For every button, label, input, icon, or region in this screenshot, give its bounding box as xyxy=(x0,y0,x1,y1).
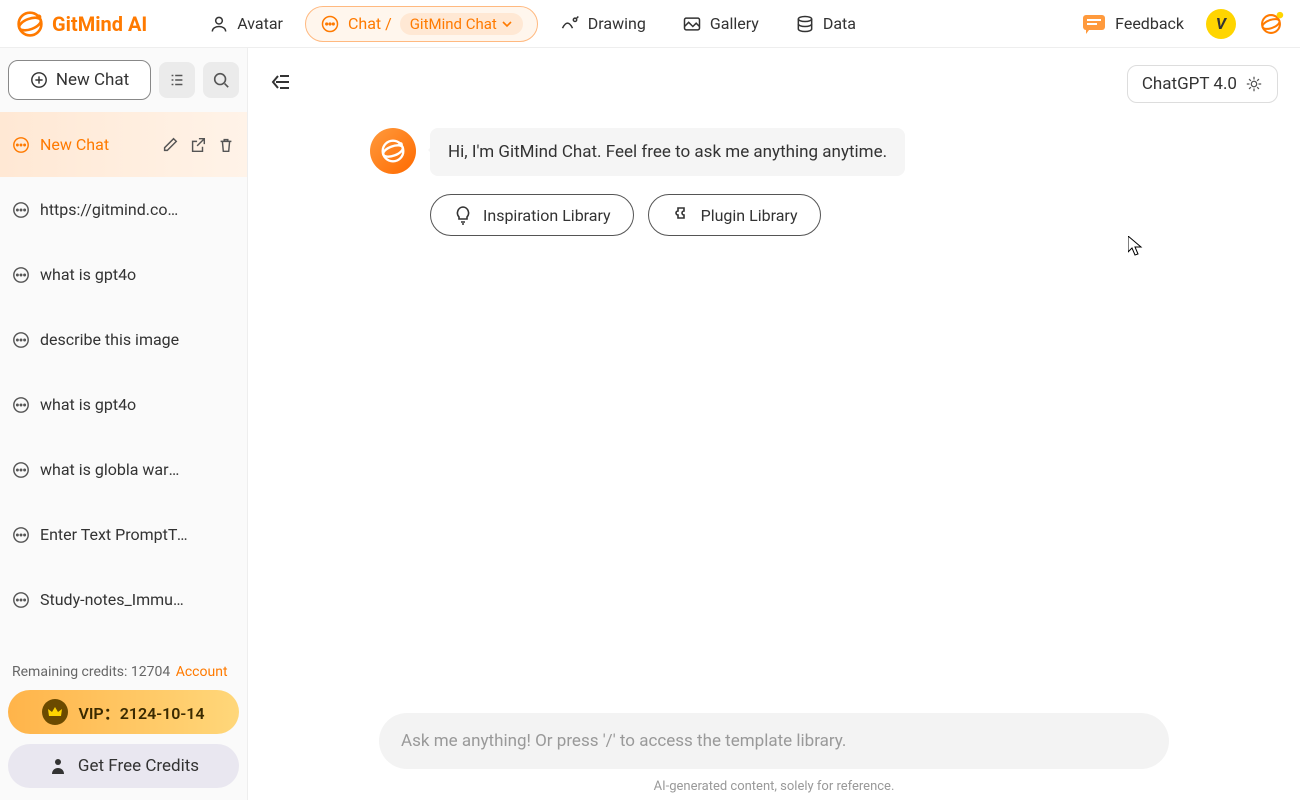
message-icon xyxy=(12,591,30,609)
brand-logo[interactable]: GitMind AI xyxy=(16,10,147,38)
gear-icon xyxy=(1245,75,1263,93)
chat-history-item[interactable]: https://gitmind.com/faq... xyxy=(0,177,247,242)
model-selector[interactable]: ChatGPT 4.0 xyxy=(1127,65,1278,103)
plus-circle-icon xyxy=(30,71,48,89)
top-nav: GitMind AI Avatar Chat / GitMind Chat Dr… xyxy=(0,0,1300,48)
bot-avatar xyxy=(370,128,416,174)
credits-info: Remaining credits: 12704 Account xyxy=(8,660,239,690)
brand-name: GitMind AI xyxy=(52,12,147,36)
delete-icon[interactable] xyxy=(217,136,235,154)
chat-input-container xyxy=(379,713,1169,769)
search-icon xyxy=(212,71,230,89)
chat-history-item[interactable]: Enter Text PromptType ... xyxy=(0,502,247,567)
message-icon xyxy=(12,461,30,479)
feedback-icon xyxy=(1081,11,1107,37)
chat-messages: Hi, I'm GitMind Chat. Feel free to ask m… xyxy=(248,120,1300,713)
nav-drawing[interactable]: Drawing xyxy=(546,8,660,40)
share-icon[interactable] xyxy=(189,136,207,154)
list-view-button[interactable] xyxy=(159,62,195,98)
message-icon xyxy=(12,396,30,414)
avatar-icon xyxy=(209,14,229,34)
message-icon xyxy=(12,331,30,349)
disclaimer-text: AI-generated content, solely for referen… xyxy=(248,779,1300,800)
chat-input[interactable] xyxy=(401,731,1147,751)
plugin-library-button[interactable]: Plugin Library xyxy=(648,194,821,236)
new-chat-button[interactable]: New Chat xyxy=(8,60,151,100)
collapse-icon xyxy=(270,71,292,93)
inspiration-library-button[interactable]: Inspiration Library xyxy=(430,194,634,236)
chat-history-item[interactable]: New Chat xyxy=(0,112,247,177)
nav-chat[interactable]: Chat / GitMind Chat xyxy=(305,6,538,42)
bot-logo-icon xyxy=(378,136,408,166)
main-content: ChatGPT 4.0 Hi, I'm GitMind Chat. Feel f… xyxy=(248,48,1300,800)
chat-history-item[interactable]: Study-notes_Immune-s... xyxy=(0,567,247,632)
data-icon xyxy=(795,14,815,34)
chat-icon xyxy=(320,14,340,34)
app-badge[interactable] xyxy=(1258,11,1284,37)
chat-history-item[interactable]: what is globla warming xyxy=(0,437,247,502)
gallery-icon xyxy=(682,14,702,34)
collapse-sidebar-button[interactable] xyxy=(270,71,292,97)
chat-history-item[interactable]: describe this image xyxy=(0,307,247,372)
gitmind-logo-icon xyxy=(16,10,44,38)
chevron-down-icon xyxy=(501,18,513,30)
chat-history-item[interactable]: what is gpt4o xyxy=(0,372,247,437)
lightbulb-icon xyxy=(453,205,473,225)
account-link[interactable]: Account xyxy=(176,664,228,680)
message-icon xyxy=(12,526,30,544)
sidebar: New Chat New Chat https://gitmind.com/fa… xyxy=(0,48,248,800)
gitmind-badge-icon xyxy=(1258,11,1284,37)
message-icon xyxy=(12,136,30,154)
puzzle-icon xyxy=(671,205,691,225)
list-icon xyxy=(168,71,186,89)
chat-mode-selector[interactable]: GitMind Chat xyxy=(400,13,523,35)
vip-button[interactable]: VIP：2124-10-14 xyxy=(8,690,239,734)
drawing-icon xyxy=(560,14,580,34)
feedback-button[interactable]: Feedback xyxy=(1081,11,1184,37)
chat-history-list: New Chat https://gitmind.com/faq... what… xyxy=(0,112,247,652)
message-icon xyxy=(12,201,30,219)
chat-history-item[interactable]: what is gpt4o xyxy=(0,242,247,307)
message-icon xyxy=(12,266,30,284)
crown-icon xyxy=(42,699,68,725)
free-credits-button[interactable]: Get Free Credits xyxy=(8,744,239,788)
search-button[interactable] xyxy=(203,62,239,98)
nav-data[interactable]: Data xyxy=(781,8,870,40)
nav-avatar[interactable]: Avatar xyxy=(195,8,297,40)
nav-gallery[interactable]: Gallery xyxy=(668,8,773,40)
person-icon xyxy=(48,756,68,776)
bot-message: Hi, I'm GitMind Chat. Feel free to ask m… xyxy=(430,128,905,176)
edit-icon[interactable] xyxy=(161,136,179,154)
user-avatar[interactable]: V xyxy=(1206,9,1236,39)
